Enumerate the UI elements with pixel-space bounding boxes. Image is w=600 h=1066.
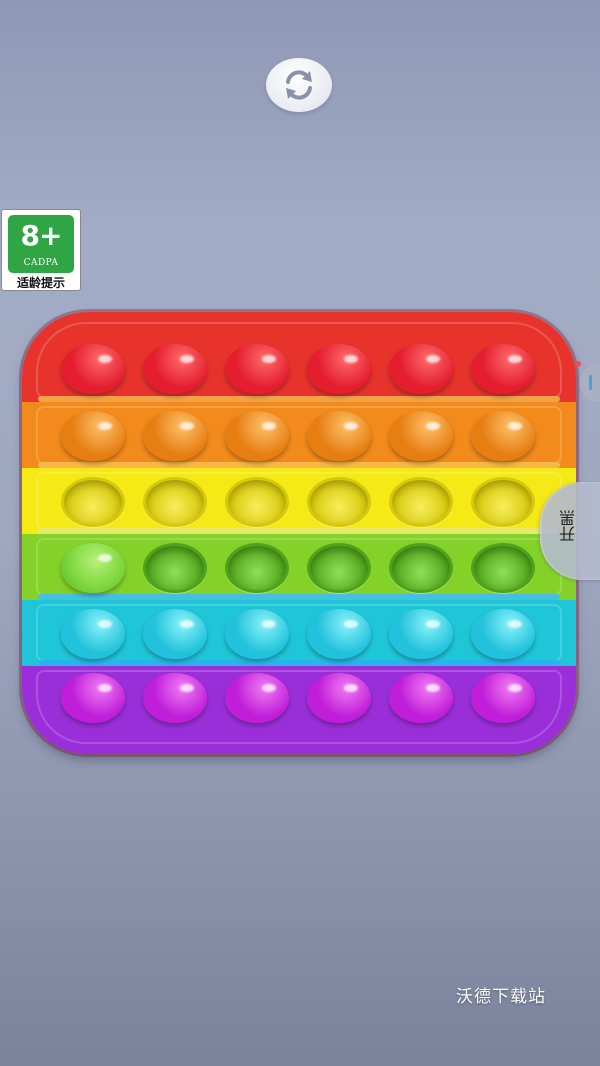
bubble-cyan-2[interactable] xyxy=(143,609,207,659)
bubble-shine xyxy=(508,620,522,628)
age-rating-badge: 8+ CADPA 适龄提示 xyxy=(1,209,81,291)
row-yellow xyxy=(22,468,576,534)
bubble-shine xyxy=(508,684,522,692)
side-float-icon xyxy=(589,375,592,390)
side-float-button[interactable] xyxy=(580,364,600,402)
bubble-red-6[interactable] xyxy=(471,344,535,394)
bubble-red-3[interactable] xyxy=(225,344,289,394)
bubble-green-3[interactable] xyxy=(225,543,289,593)
row-red xyxy=(22,312,576,402)
bubble-shine xyxy=(98,422,112,430)
watermark-text: 沃德下载站 xyxy=(456,987,546,1007)
bubble-red-4[interactable] xyxy=(307,344,371,394)
bubble-orange-5[interactable] xyxy=(389,411,453,461)
age-rating-number: 8+ xyxy=(20,219,63,252)
bubble-shine xyxy=(180,355,194,363)
bubble-shine xyxy=(180,684,194,692)
bubble-shine xyxy=(344,355,358,363)
pop-it-board xyxy=(22,312,576,754)
bubble-shine xyxy=(344,422,358,430)
bubble-shine xyxy=(508,355,522,363)
bubble-red-2[interactable] xyxy=(143,344,207,394)
bubble-green-2[interactable] xyxy=(143,543,207,593)
bubble-red-1[interactable] xyxy=(61,344,125,394)
bubble-shine xyxy=(98,620,112,628)
bubble-purple-2[interactable] xyxy=(143,673,207,723)
bubble-shine xyxy=(262,422,276,430)
bubble-shine xyxy=(426,422,440,430)
bubble-yellow-1[interactable] xyxy=(61,477,125,527)
bubble-purple-1[interactable] xyxy=(61,673,125,723)
bubble-purple-3[interactable] xyxy=(225,673,289,723)
notification-dot xyxy=(575,361,581,367)
bubble-orange-3[interactable] xyxy=(225,411,289,461)
bubble-green-5[interactable] xyxy=(389,543,453,593)
bubble-green-4[interactable] xyxy=(307,543,371,593)
bubble-orange-2[interactable] xyxy=(143,411,207,461)
bubble-shine xyxy=(508,422,522,430)
bubble-purple-6[interactable] xyxy=(471,673,535,723)
bubble-cyan-1[interactable] xyxy=(61,609,125,659)
bubble-shine xyxy=(426,684,440,692)
bubble-green-1[interactable] xyxy=(61,543,125,593)
bubble-yellow-6[interactable] xyxy=(471,477,535,527)
bubble-shine xyxy=(262,355,276,363)
row-green xyxy=(22,534,576,600)
bubble-orange-1[interactable] xyxy=(61,411,125,461)
refresh-button[interactable] xyxy=(266,58,332,112)
row-purple xyxy=(22,666,576,754)
bubble-cyan-4[interactable] xyxy=(307,609,371,659)
bubble-purple-4[interactable] xyxy=(307,673,371,723)
bubble-shine xyxy=(344,684,358,692)
bubble-cyan-5[interactable] xyxy=(389,609,453,659)
age-rating-hint: 适龄提示 xyxy=(16,276,65,290)
bubble-yellow-2[interactable] xyxy=(143,477,207,527)
row-cyan xyxy=(22,600,576,666)
bubble-shine xyxy=(180,620,194,628)
bubble-orange-6[interactable] xyxy=(471,411,535,461)
row-orange xyxy=(22,402,576,468)
bubble-shine xyxy=(426,355,440,363)
bubble-shine xyxy=(262,620,276,628)
bubble-yellow-4[interactable] xyxy=(307,477,371,527)
bubble-shine xyxy=(344,620,358,628)
bubble-shine xyxy=(98,554,112,562)
bubble-cyan-6[interactable] xyxy=(471,609,535,659)
bubble-shine xyxy=(98,684,112,692)
bubble-yellow-5[interactable] xyxy=(389,477,453,527)
bubble-orange-4[interactable] xyxy=(307,411,371,461)
refresh-icon xyxy=(286,70,312,100)
bubble-yellow-3[interactable] xyxy=(225,477,289,527)
age-rating-org: CADPA xyxy=(23,258,59,268)
bubble-shine xyxy=(426,620,440,628)
side-tab-label: 开黑 xyxy=(559,510,578,542)
bubble-shine xyxy=(262,684,276,692)
bubble-shine xyxy=(180,422,194,430)
bubble-purple-5[interactable] xyxy=(389,673,453,723)
bubble-red-5[interactable] xyxy=(389,344,453,394)
bubble-cyan-3[interactable] xyxy=(225,609,289,659)
bubble-green-6[interactable] xyxy=(471,543,535,593)
age-rating-panel: 8+ CADPA xyxy=(8,215,74,273)
bubble-shine xyxy=(98,355,112,363)
